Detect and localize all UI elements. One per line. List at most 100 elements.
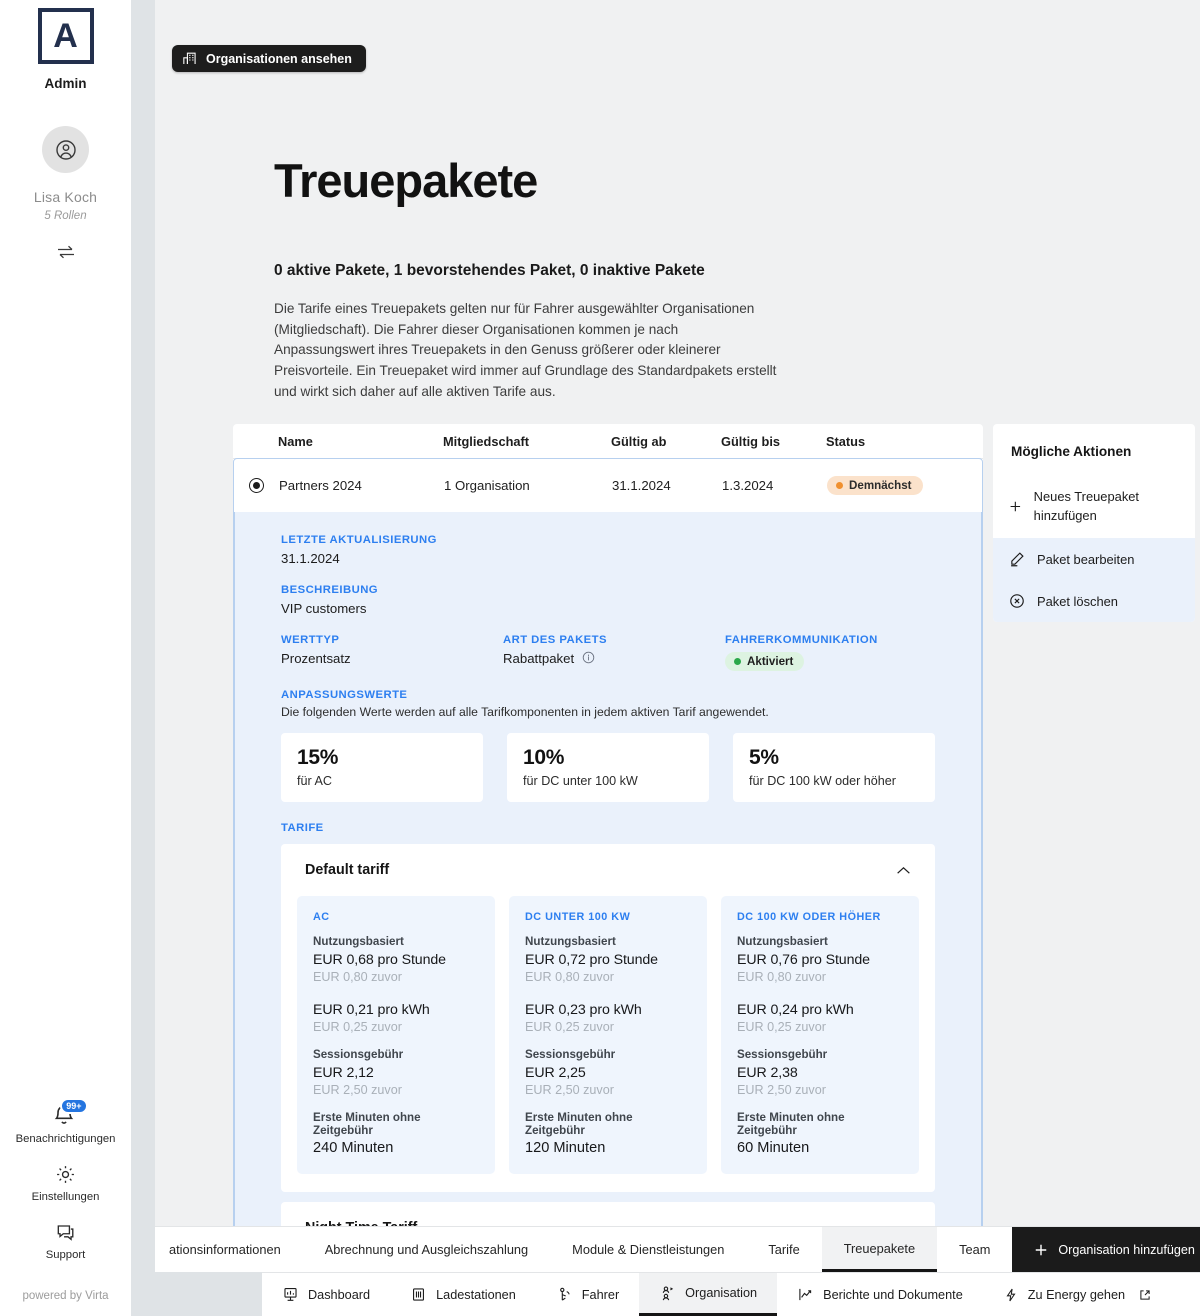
tariff-header-night[interactable]: Night Time Tariff Mo.–So. 00:00–05:59 bbox=[281, 1202, 935, 1226]
external-link-icon bbox=[1139, 1289, 1151, 1301]
kwh-price-prev: EUR 0,25 zuvor bbox=[525, 1020, 614, 1034]
tariff-column-title: AC bbox=[313, 911, 330, 923]
free-minutes-caption: Erste Minuten ohne Zeitgebühr bbox=[525, 1111, 633, 1137]
row-radio-selected[interactable] bbox=[249, 478, 264, 493]
field-label-adjustment: ANPASSUNGSWERTE bbox=[281, 689, 408, 701]
field-driver-communication: FAHRERKOMMUNIKATION Aktiviert bbox=[725, 634, 878, 671]
nav-label: Zu Energy gehen bbox=[1027, 1287, 1126, 1302]
cell-valid-from: 31.1.2024 bbox=[612, 478, 671, 493]
tariff-column-dc-100-or-higher: DC 100 KW ODER HÖHER Nutzungsbasiert EUR… bbox=[721, 896, 919, 1174]
kwh-price-prev: EUR 0,25 zuvor bbox=[737, 1020, 826, 1034]
dashboard-icon bbox=[284, 1287, 297, 1301]
hour-price-prev: EUR 0,80 zuvor bbox=[525, 970, 614, 984]
free-minutes-value: 240 Minuten bbox=[313, 1140, 394, 1156]
page-description: Die Tarife eines Treuepakets gelten nur … bbox=[274, 301, 777, 399]
table-row[interactable]: Partners 2024 1 Organisation 31.1.2024 1… bbox=[234, 459, 982, 512]
charging-station-icon bbox=[413, 1288, 425, 1301]
free-minutes-value: 60 Minuten bbox=[737, 1140, 810, 1156]
hour-price-prev: EUR 0,80 zuvor bbox=[737, 970, 826, 984]
right-area: Organisationen ansehen Treuepakete 0 akt… bbox=[131, 0, 1200, 1316]
tab-abrechnung[interactable]: Abrechnung und Ausgleichszahlung bbox=[303, 1227, 550, 1272]
tariff-title-default: Default tariff bbox=[305, 862, 390, 878]
switch-role-button[interactable] bbox=[56, 244, 76, 260]
avatar[interactable] bbox=[42, 126, 89, 173]
status-dot-icon bbox=[836, 482, 843, 489]
column-header-valid-from: Gültig ab bbox=[611, 433, 667, 449]
add-organisation-label: Organisation hinzufügen bbox=[1058, 1242, 1195, 1257]
app-logo[interactable]: A bbox=[37, 8, 94, 64]
driver-communication-badge: Aktiviert bbox=[725, 652, 805, 671]
adjustment-card-value: 15% bbox=[297, 746, 339, 769]
table-row-wrapper: Partners 2024 1 Organisation 31.1.2024 1… bbox=[233, 458, 983, 1226]
chevron-up-icon[interactable] bbox=[896, 866, 911, 875]
column-header-name: Name bbox=[278, 433, 313, 449]
cell-valid-to: 1.3.2024 bbox=[722, 478, 774, 493]
field-label-driver-communication: FAHRERKOMMUNIKATION bbox=[725, 634, 878, 646]
view-organisations-label: Organisationen ansehen bbox=[206, 51, 352, 66]
nav-label: Fahrer bbox=[581, 1287, 620, 1302]
view-organisations-button[interactable]: Organisationen ansehen bbox=[172, 45, 366, 72]
session-price: EUR 2,12 bbox=[313, 1065, 374, 1081]
field-row-types: WERTTYP Prozentsatz ART DES PAKETS Rabat… bbox=[281, 634, 935, 671]
status-badge-label: Demnächst bbox=[849, 479, 912, 492]
tariff-header-default[interactable]: Default tariff bbox=[281, 844, 935, 896]
tab-team[interactable]: Team bbox=[937, 1227, 1012, 1272]
tab-treuepakete[interactable]: Treuepakete bbox=[821, 1227, 938, 1272]
nav-item-berichte[interactable]: Berichte und Dokumente bbox=[777, 1273, 983, 1316]
action-edit-package[interactable]: Paket bearbeiten bbox=[993, 538, 1195, 581]
content-panel: Organisationen ansehen Treuepakete 0 akt… bbox=[155, 0, 1200, 1226]
logo-letter: A bbox=[53, 17, 78, 55]
tab-organisationsinformationen[interactable]: ationsinformationen bbox=[155, 1227, 303, 1272]
kwh-price-prev: EUR 0,25 zuvor bbox=[313, 1020, 402, 1034]
nav-item-organisation[interactable]: Organisation bbox=[639, 1273, 778, 1316]
tab-label: Module & Dienstleistungen bbox=[572, 1242, 725, 1257]
adjustment-card-label: für DC 100 kW oder höher bbox=[749, 774, 896, 788]
info-icon[interactable] bbox=[582, 651, 595, 664]
active-dot-icon bbox=[734, 658, 741, 665]
adjustment-note: Die folgenden Werte werden auf alle Tari… bbox=[281, 705, 769, 719]
hour-price-prev: EUR 0,80 zuvor bbox=[313, 970, 402, 984]
nav-item-zu-energy-gehen[interactable]: Zu Energy gehen bbox=[983, 1273, 1171, 1316]
sidebar-item-support[interactable]: Support bbox=[0, 1212, 131, 1270]
tab-tarife[interactable]: Tarife bbox=[746, 1227, 821, 1272]
nav-item-dashboard[interactable]: Dashboard bbox=[262, 1273, 390, 1316]
action-add-loyalty-package[interactable]: Neues Treuepaket hinzufügen bbox=[993, 475, 1195, 538]
tariff-card-default: Default tariff AC Nutzungsbasiert EUR 0,… bbox=[281, 844, 935, 1192]
plus-icon bbox=[1010, 501, 1021, 512]
organisation-icon bbox=[662, 1285, 674, 1300]
tab-label: ationsinformationen bbox=[169, 1242, 281, 1257]
column-header-status: Status bbox=[826, 433, 866, 449]
column-header-membership: Mitgliedschaft bbox=[443, 433, 530, 449]
column-header-valid-to: Gültig bis bbox=[721, 433, 781, 449]
session-price-prev: EUR 2,50 zuvor bbox=[737, 1083, 826, 1097]
tariff-column-title: DC 100 KW ODER HÖHER bbox=[737, 911, 881, 923]
delete-circle-icon bbox=[1010, 594, 1024, 609]
nav-item-ladestationen[interactable]: Ladestationen bbox=[390, 1273, 536, 1316]
package-type-text: Rabattpaket bbox=[503, 651, 575, 666]
sidebar-item-notifications[interactable]: 99+ Benachrichtigungen bbox=[0, 1093, 131, 1154]
free-minutes-value: 120 Minuten bbox=[525, 1140, 606, 1156]
hour-price: EUR 0,76 pro Stunde bbox=[737, 952, 870, 968]
sidebar-item-label-settings: Einstellungen bbox=[31, 1191, 100, 1203]
nav-item-fahrer[interactable]: Fahrer bbox=[536, 1273, 639, 1316]
cell-membership: 1 Organisation bbox=[444, 478, 530, 493]
action-label: Paket löschen bbox=[1037, 593, 1118, 609]
powered-by-label: powered by Virta bbox=[22, 1290, 109, 1302]
driver-icon bbox=[559, 1287, 570, 1301]
field-value-description: VIP customers bbox=[281, 601, 367, 616]
action-delete-package[interactable]: Paket löschen bbox=[993, 580, 1195, 623]
pencil-icon bbox=[1011, 552, 1024, 567]
session-price-prev: EUR 2,50 zuvor bbox=[525, 1083, 614, 1097]
nav-label: Organisation bbox=[685, 1286, 758, 1300]
usage-caption: Nutzungsbasiert bbox=[313, 935, 404, 948]
adjustment-card: 10% für DC unter 100 kW bbox=[507, 733, 709, 802]
hour-price: EUR 0,72 pro Stunde bbox=[525, 952, 658, 968]
chat-bubble-icon bbox=[57, 1225, 74, 1241]
field-value-driver-communication: Aktiviert bbox=[725, 652, 878, 671]
field-label-tariffs: TARIFE bbox=[281, 822, 324, 834]
tab-module-dienstleistungen[interactable]: Module & Dienstleistungen bbox=[550, 1227, 746, 1272]
sidebar-item-settings[interactable]: Einstellungen bbox=[0, 1154, 131, 1212]
session-price: EUR 2,38 bbox=[737, 1065, 798, 1081]
add-organisation-button[interactable]: Organisation hinzufügen bbox=[1012, 1227, 1200, 1272]
sidebar-item-label-support: Support bbox=[45, 1249, 86, 1261]
